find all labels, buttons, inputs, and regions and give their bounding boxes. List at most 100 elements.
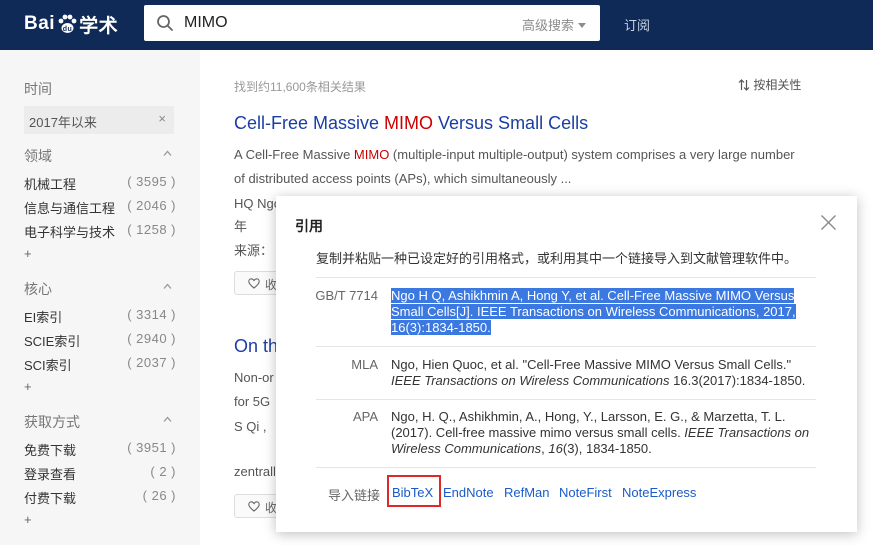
filter-sidebar: 时间 2017年以来 × 领域 机械工程 ( 3595 ) 信息与通信工程 ( 20… [0, 50, 200, 545]
keyword-highlight: MIMO [353, 147, 390, 162]
filter-label: 电子科学与技术 [24, 225, 116, 240]
filter-item-core[interactable]: SCI索引 ( 2037 ) [24, 355, 176, 375]
filter-item-core[interactable]: EI索引 ( 3314 ) [24, 307, 176, 327]
dialog-description: 复制并粘贴一种已设定好的引用格式，或利用其中一个链接导入到文献管理软件中。 [316, 251, 798, 266]
filter-item-access[interactable]: 免费下载 ( 3951 ) [24, 440, 176, 460]
filter-count: ( 3595 ) [127, 174, 176, 189]
logo-text-scholar: 学术 [79, 15, 119, 37]
filter-label: 登录查看 [24, 467, 77, 482]
filter-count: ( 3951 ) [127, 440, 176, 455]
filter-label: SCIE索引 [24, 334, 81, 349]
citation-line: Ngo, H. Q., Ashikhmin, A., Hong, Y., Lar… [391, 409, 786, 424]
result-abstract: A Cell-Free Massive MIMO (multiple-input… [234, 147, 795, 162]
sort-icon [738, 79, 750, 91]
chevron-up-icon[interactable] [163, 415, 172, 424]
result-year: 年 [234, 219, 248, 234]
filter-group-title-field: 领域 [24, 148, 52, 164]
baidu-scholar-logo[interactable]: Bai du 学术 [24, 9, 118, 39]
import-refman-link[interactable]: RefMan [504, 485, 550, 500]
import-notefirst-link[interactable]: NoteFirst [559, 485, 612, 500]
title-text: Cell-Free Massive [234, 113, 385, 133]
journal-name: IEEE Transactions on [684, 425, 810, 440]
sort-by-relevance[interactable]: 按相关性 [738, 76, 801, 93]
result-count: 找到约11,600条相关结果 [234, 80, 366, 94]
search-input[interactable] [184, 11, 484, 35]
result-source: zentrall [234, 464, 276, 479]
heart-icon [248, 501, 260, 512]
journal-name: Wireless Communications [391, 441, 542, 456]
import-endnote-link[interactable]: EndNote [443, 485, 494, 500]
keyword-highlight: MIMO [384, 113, 434, 133]
more-access-button[interactable]: + [24, 512, 32, 527]
filter-count: ( 2 ) [150, 464, 176, 479]
dialog-title: 引用 [295, 218, 323, 234]
filter-count: ( 1258 ) [127, 222, 176, 237]
more-cores-button[interactable]: + [24, 379, 32, 394]
filter-label: 付费下载 [24, 491, 77, 506]
divider [316, 346, 816, 347]
chevron-up-icon[interactable] [163, 282, 172, 291]
sort-label: 按相关性 [753, 78, 802, 92]
caret-down-icon [578, 23, 586, 28]
result-title-link[interactable]: Cell-Free Massive MIMO Versus Small Cell… [234, 113, 588, 134]
result-abstract-line-2: for 5G [234, 394, 271, 409]
citation-line: 16(3):1834-1850. [391, 320, 491, 335]
filter-group-title-time: 时间 [24, 81, 52, 97]
filter-count: ( 2037 ) [127, 355, 176, 370]
result-abstract: Non-or [234, 370, 274, 385]
close-icon[interactable] [820, 214, 837, 231]
filter-label: 信息与通信工程 [24, 201, 116, 216]
filter-label: EI索引 [24, 310, 63, 325]
filter-count: ( 26 ) [142, 488, 176, 503]
citation-line: (3), 1834-1850. [562, 441, 652, 456]
search-box: 高级搜索 [144, 5, 600, 41]
heart-icon [248, 278, 260, 289]
advanced-search-dropdown[interactable]: 高级搜索 [522, 15, 586, 34]
logo-text-bai: Bai [24, 13, 56, 34]
filter-label: 机械工程 [24, 177, 77, 192]
advanced-search-label: 高级搜索 [521, 18, 574, 33]
import-noteexpress-link[interactable]: NoteExpress [622, 485, 696, 500]
divider [316, 277, 816, 278]
citation-line: 16.3(2017):1834-1850. [669, 373, 806, 388]
filter-item-access[interactable]: 付费下载 ( 26 ) [24, 488, 176, 508]
baidu-paw-icon: du [58, 14, 77, 33]
filter-count: ( 2046 ) [127, 198, 176, 213]
cite-dialog: 引用 复制并粘贴一种已设定好的引用格式，或利用其中一个链接导入到文献管理软件中。… [276, 196, 857, 532]
filter-item-access[interactable]: 登录查看 ( 2 ) [24, 464, 176, 484]
more-fields-button[interactable]: + [24, 246, 32, 261]
filter-count: ( 2940 ) [127, 331, 176, 346]
citation-format-label: APA [352, 409, 378, 424]
citation-gbt7714[interactable]: Ngo H Q, Ashikhmin A, Hong Y, et al. Cel… [391, 288, 819, 336]
result-title-link[interactable]: On th [234, 336, 278, 357]
citation-mla[interactable]: Ngo, Hien Quoc, et al. "Cell-Free Massiv… [391, 357, 819, 389]
import-links-label: 导入链接 [328, 488, 381, 503]
filter-group-title-core: 核心 [24, 281, 52, 297]
result-source: 来源： [234, 243, 274, 258]
citation-format-label: GB/T 7714 [315, 288, 378, 303]
title-text: Versus Small Cells [433, 113, 589, 133]
citation-line: (2017). Cell-free massive mimo versus sm… [391, 425, 685, 440]
result-abstract-line-2: of distributed access points (APs), whic… [234, 171, 572, 186]
time-filter-chip[interactable]: 2017年以来 × [24, 106, 174, 134]
divider [316, 399, 816, 400]
filter-item-field[interactable]: 电子科学与技术 ( 1258 ) [24, 222, 176, 242]
filter-item-field[interactable]: 信息与通信工程 ( 2046 ) [24, 198, 176, 218]
citation-apa[interactable]: Ngo, H. Q., Ashikhmin, A., Hong, Y., Lar… [391, 409, 819, 457]
search-icon[interactable] [156, 14, 174, 32]
filter-item-core[interactable]: SCIE索引 ( 2940 ) [24, 331, 176, 351]
filter-group-title-access: 获取方式 [24, 414, 80, 430]
result-authors[interactable]: HQ Ngo [234, 196, 281, 211]
subscribe-link[interactable]: 订阅 [624, 15, 650, 34]
citation-line: Ngo, Hien Quoc, et al. "Cell-Free Massiv… [391, 357, 792, 372]
divider [316, 467, 816, 468]
chevron-up-icon[interactable] [163, 149, 172, 158]
filter-label: 免费下载 [24, 443, 77, 458]
result-authors[interactable]: S Qi , [234, 419, 267, 434]
abstract-text: A Cell-Free Massive [234, 147, 354, 162]
clear-filter-icon[interactable]: × [158, 111, 166, 126]
citation-format-label: MLA [351, 357, 378, 372]
citation-line: Small Cells[J]. IEEE Transactions on Wir… [391, 304, 796, 319]
journal-name: IEEE Transactions on Wireless Communicat… [391, 373, 670, 388]
filter-item-field[interactable]: 机械工程 ( 3595 ) [24, 174, 176, 194]
